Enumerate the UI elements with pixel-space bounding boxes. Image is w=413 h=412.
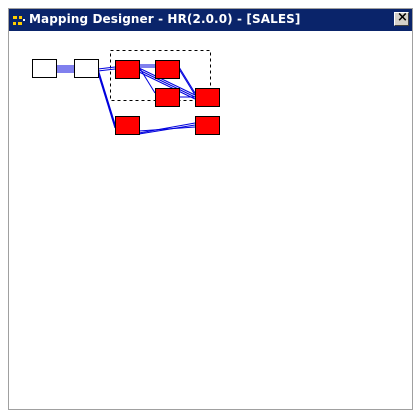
mapping-node-4[interactable] bbox=[195, 88, 220, 107]
mapping-canvas[interactable] bbox=[9, 31, 412, 409]
title-bar[interactable]: Mapping Designer - HR(2.0.0) - [SALES] × bbox=[9, 9, 412, 31]
source-node-1[interactable] bbox=[32, 59, 57, 78]
close-button[interactable]: × bbox=[394, 10, 409, 26]
grid-app-icon bbox=[12, 13, 26, 28]
mapping-node-1[interactable] bbox=[115, 60, 140, 79]
mapping-designer-window: Mapping Designer - HR(2.0.0) - [SALES] × bbox=[8, 8, 413, 410]
mapping-node-5[interactable] bbox=[115, 116, 140, 135]
window-title: Mapping Designer - HR(2.0.0) - [SALES] bbox=[29, 12, 301, 26]
mapping-node-3[interactable] bbox=[155, 88, 180, 107]
close-icon: × bbox=[397, 10, 408, 25]
source-node-2[interactable] bbox=[74, 59, 99, 78]
mapping-node-6[interactable] bbox=[195, 116, 220, 135]
mapping-node-2[interactable] bbox=[155, 60, 180, 79]
